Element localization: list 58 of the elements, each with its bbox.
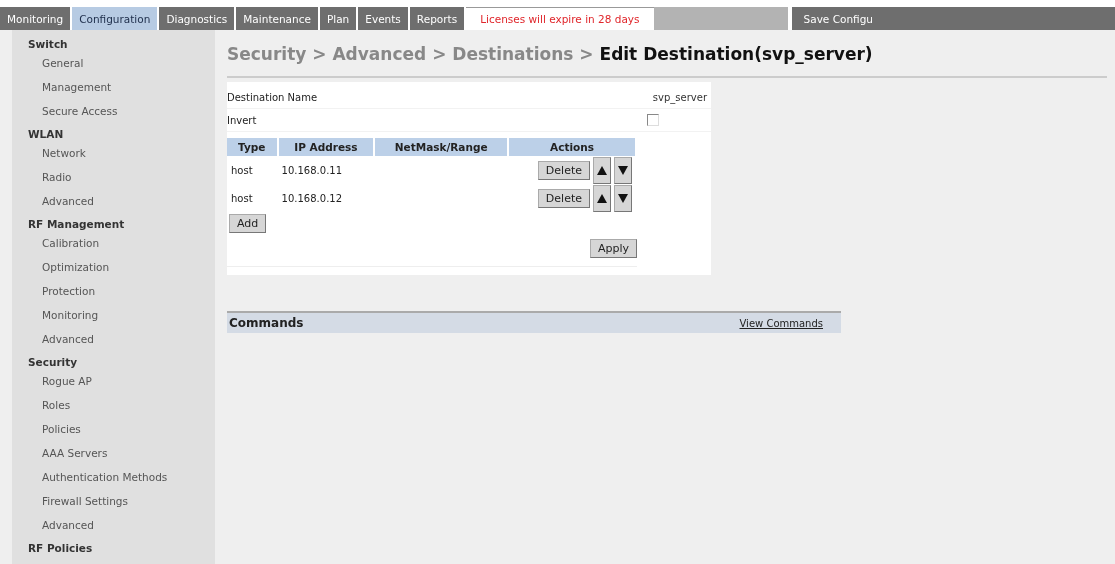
sidebar-section-title: Switch [27,37,69,52]
sidebar-item[interactable]: Advanced [42,195,94,207]
up-triangle-icon [597,192,607,204]
field-label: Destination Name [227,91,318,103]
nav-tab[interactable]: Configuration [72,7,160,30]
sidebar-item[interactable]: Roles [42,399,71,411]
sidebar-item[interactable]: Optimization [42,261,110,273]
delete-button[interactable]: Delete [537,160,590,180]
sidebar-item[interactable]: Policies [42,423,81,435]
table-cell: host [231,192,253,204]
field-label: Invert [227,114,257,126]
sidebar-item[interactable]: Network [42,147,86,159]
add-button[interactable]: Add [229,214,267,233]
column-header: Actions [508,138,636,156]
nav-tab[interactable]: Monitoring [0,7,73,30]
delete-button[interactable]: Delete [537,188,590,208]
sidebar-section-title: WLAN [27,127,65,142]
column-header: NetMask/Range [374,138,509,156]
nav-tab[interactable]: Reports [409,7,467,30]
sidebar-item[interactable]: Advanced [42,333,94,345]
column-header: IP Address [277,138,375,156]
breadcrumb: Security > Advanced > Destinations > Edit Destination(svp_server) [227,44,1107,78]
sidebar-item[interactable]: Authentication Methods [42,471,168,483]
sidebar-item[interactable]: Protection [42,285,96,297]
column-header: Type [227,138,278,156]
move-down-button[interactable] [614,156,632,184]
table-cell: 10.168.0.11 [281,164,343,176]
invert-checkbox[interactable] [647,114,659,126]
sidebar-item[interactable]: Advanced [42,519,94,531]
sidebar-item[interactable]: Firewall Settings [42,495,128,507]
sidebar-item[interactable]: AAA Servers [42,447,108,459]
nav-tab[interactable]: Events [358,7,410,30]
sidebar-section-title: RF Policies [27,541,94,556]
section-title: Commands [229,316,304,330]
move-down-button[interactable] [614,184,632,212]
down-triangle-icon [618,164,628,176]
nav-tab[interactable]: Plan [319,7,359,30]
save-configuration-button[interactable]: Save Configu [791,7,1115,30]
up-triangle-icon [597,164,607,176]
sidebar-item[interactable]: Monitoring [42,309,99,321]
move-up-button[interactable] [593,184,611,212]
nav-tab[interactable]: Maintenance [236,7,320,30]
field-value: svp_server [652,91,707,103]
table-cell: 10.168.0.12 [281,192,343,204]
apply-button[interactable]: Apply [589,239,637,258]
down-triangle-icon [618,192,628,204]
sidebar-section-title: Security [27,355,79,370]
sidebar-item[interactable]: Radio [42,171,72,183]
sidebar-item[interactable]: Management [42,81,112,93]
sidebar-section-title: RF Management [27,217,126,232]
nav-tab[interactable]: Diagnostics [159,7,237,30]
move-up-button[interactable] [593,156,611,184]
sidebar-item[interactable]: Secure Access [42,105,118,117]
view-commands-link[interactable]: View Commands [739,317,823,329]
sidebar-item[interactable]: Rogue AP [42,375,92,387]
table-cell: host [231,164,253,176]
sidebar-item[interactable]: Calibration [42,237,100,249]
sidebar-item[interactable]: General [42,57,84,69]
